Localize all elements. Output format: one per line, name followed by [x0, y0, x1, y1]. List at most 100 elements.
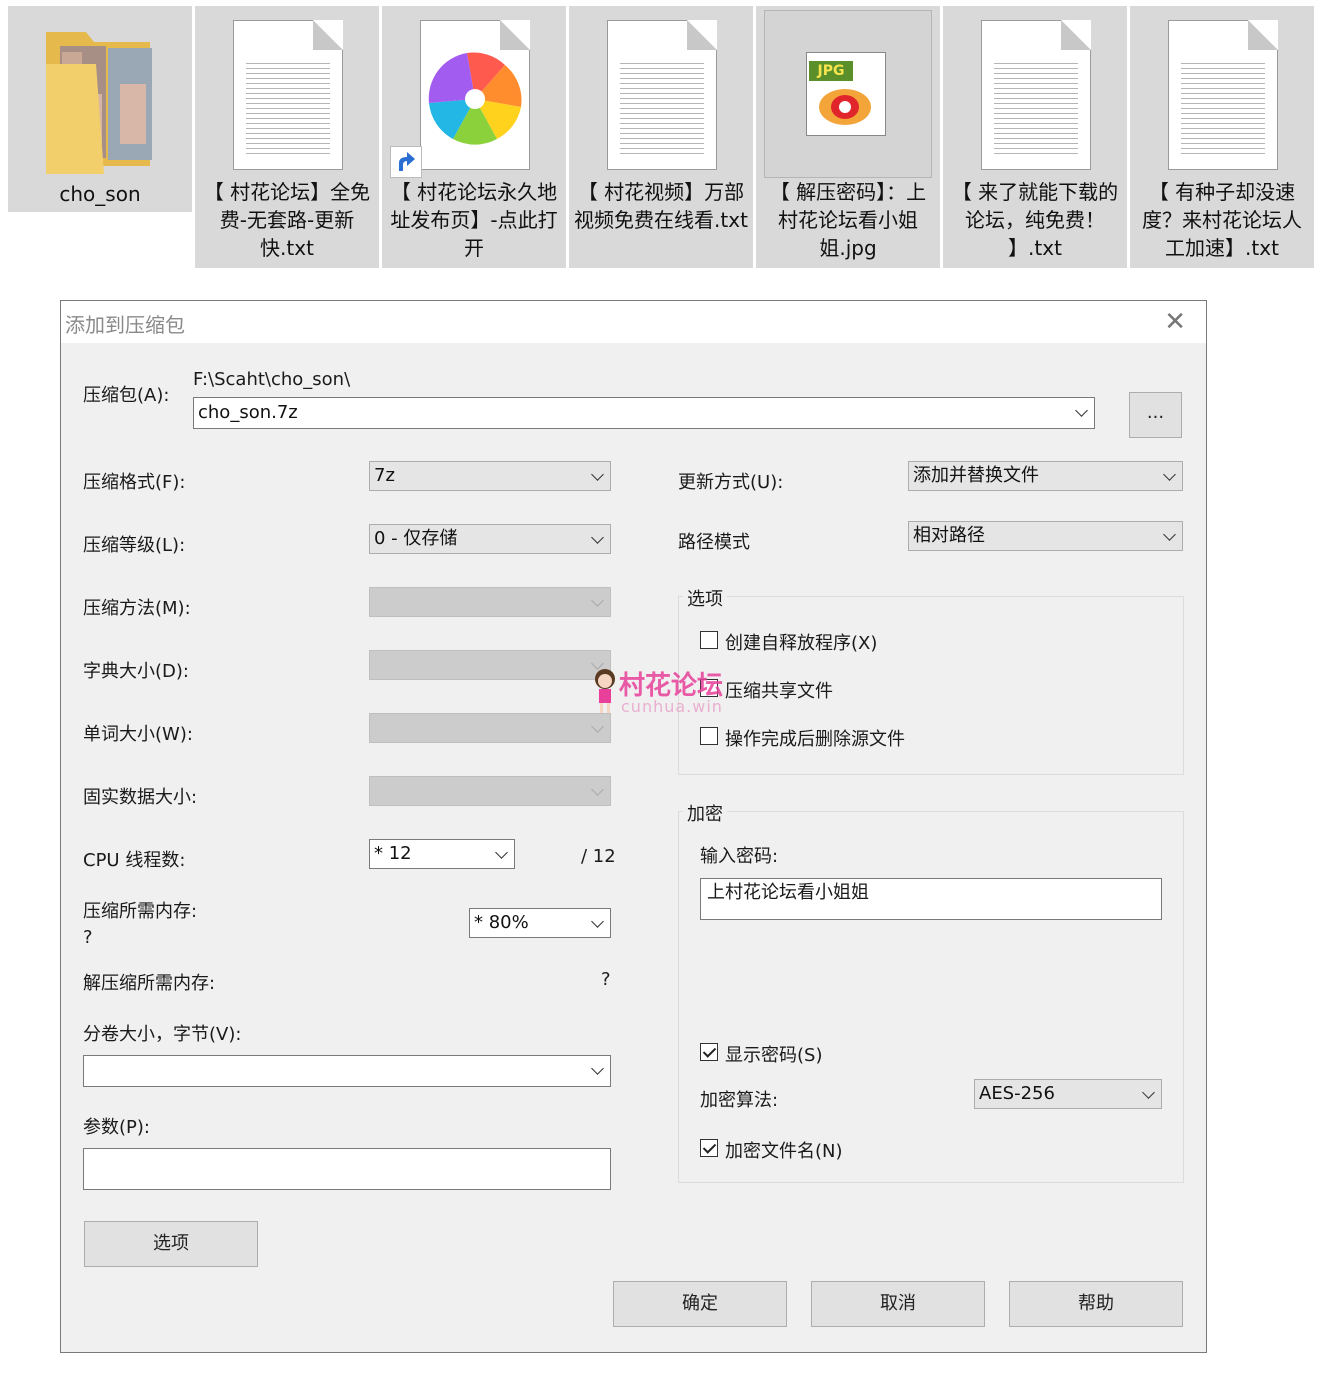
- archive-name-combo[interactable]: cho_son.7z: [193, 397, 1095, 429]
- archive-name-value: cho_son.7z: [198, 402, 298, 423]
- browse-button[interactable]: ...: [1129, 392, 1182, 438]
- add-to-archive-dialog: 添加到压缩包 ✕ 压缩包(A): F:\Scaht\cho_son\ cho_s…: [60, 300, 1207, 1353]
- chevron-down-icon: [1163, 528, 1176, 541]
- mem-label: 压缩所需内存:: [83, 901, 198, 922]
- method-select: [369, 587, 611, 617]
- word-select: [369, 713, 611, 743]
- options-button[interactable]: 选项: [84, 1221, 258, 1267]
- solid-label: 固实数据大小:: [83, 787, 198, 808]
- algo-value: AES-256: [979, 1083, 1055, 1104]
- format-label: 压缩格式(F):: [83, 472, 186, 493]
- path-select[interactable]: 相对路径: [908, 521, 1183, 551]
- volume-label: 分卷大小，字节(V):: [83, 1024, 242, 1045]
- format-value: 7z: [374, 465, 395, 486]
- text-file-icon: [981, 20, 1091, 170]
- path-label: 路径模式: [678, 532, 750, 553]
- file-item-shortcut[interactable]: 【 村花论坛永久地址发布页】-点此打开: [382, 6, 566, 268]
- dialog-title: 添加到压缩包: [65, 313, 185, 337]
- delete-label: 操作完成后删除源文件: [725, 729, 905, 750]
- watermark-sub: cunhua.win: [621, 697, 723, 716]
- cpu-value: * 12: [374, 843, 412, 864]
- chevron-down-icon: [591, 915, 604, 928]
- chevron-down-icon: [1075, 404, 1088, 417]
- file-name: 【 有种子却没速度？来村花论坛人工加速】.txt: [1142, 180, 1302, 260]
- file-item-folder[interactable]: cho_son: [8, 6, 192, 212]
- ok-button[interactable]: 确定: [613, 1281, 787, 1327]
- delete-checkbox[interactable]: [700, 727, 718, 745]
- path-value: 相对路径: [913, 525, 985, 546]
- file-name: 【 村花论坛】全免费-无套路-更新快.txt: [203, 180, 371, 260]
- file-item-txt[interactable]: 【 来了就能下载的论坛，纯免费！ 】.txt: [943, 6, 1127, 268]
- browser-shortcut-icon: [420, 20, 530, 170]
- help-button[interactable]: 帮助: [1009, 1281, 1183, 1327]
- file-item-txt[interactable]: 【 有种子却没速度？来村花论坛人工加速】.txt: [1130, 6, 1314, 268]
- level-label: 压缩等级(L):: [83, 535, 186, 556]
- cancel-button[interactable]: 取消: [811, 1281, 985, 1327]
- archive-label: 压缩包(A):: [83, 385, 170, 406]
- mem-select[interactable]: * 80%: [469, 908, 611, 938]
- chevron-down-icon: [591, 783, 604, 796]
- encrypt-names-label: 加密文件名(N): [725, 1141, 843, 1162]
- decomp-value: ?: [601, 969, 611, 990]
- pinwheel-logo: [428, 52, 522, 145]
- file-item-txt[interactable]: 【 村花论坛】全免费-无套路-更新快.txt: [195, 6, 379, 268]
- file-name: 【 村花论坛永久地址发布页】-点此打开: [390, 180, 558, 260]
- chevron-down-icon: [495, 846, 508, 859]
- update-value: 添加并替换文件: [913, 465, 1039, 486]
- chevron-down-icon: [591, 720, 604, 733]
- file-item-txt[interactable]: 【 村花视频】万部视频免费在线看.txt: [569, 6, 753, 268]
- file-name: 【 解压密码】：上村花论坛看小姐姐.jpg: [769, 180, 927, 260]
- show-password-checkbox[interactable]: [700, 1043, 718, 1061]
- encrypt-names-checkbox[interactable]: [700, 1139, 718, 1157]
- solid-select: [369, 776, 611, 806]
- params-label: 参数(P):: [83, 1117, 150, 1138]
- girl-mascot-icon: [595, 669, 615, 713]
- cpu-total: / 12: [581, 846, 616, 867]
- show-password-label: 显示密码(S): [725, 1045, 823, 1066]
- format-select[interactable]: 7z: [369, 461, 611, 491]
- chevron-down-icon: [591, 468, 604, 481]
- file-item-jpg[interactable]: JPG 【 解压密码】：上村花论坛看小姐姐.jpg: [756, 6, 940, 268]
- chevron-down-icon: [1142, 1086, 1155, 1099]
- archive-path: F:\Scaht\cho_son\: [193, 369, 351, 390]
- title-bar: 添加到压缩包 ✕: [61, 301, 1206, 343]
- algo-label: 加密算法:: [700, 1090, 779, 1111]
- text-file-icon: [607, 20, 717, 170]
- update-select[interactable]: 添加并替换文件: [908, 461, 1183, 491]
- cpu-label: CPU 线程数:: [83, 850, 186, 871]
- mem-value: * 80%: [474, 912, 529, 933]
- word-label: 单词大小(W):: [83, 724, 193, 745]
- password-label: 输入密码:: [700, 846, 779, 867]
- level-value: 0 - 仅存储: [374, 528, 458, 549]
- decomp-label: 解压缩所需内存:: [83, 973, 216, 994]
- shortcut-arrow-icon: [390, 146, 422, 178]
- close-icon[interactable]: ✕: [1164, 307, 1186, 337]
- mem-unknown: ?: [83, 927, 93, 948]
- level-select[interactable]: 0 - 仅存储: [369, 524, 611, 554]
- chevron-down-icon: [591, 1062, 604, 1075]
- volume-select[interactable]: [83, 1055, 611, 1087]
- text-file-icon: [1168, 20, 1278, 170]
- algo-select[interactable]: AES-256: [974, 1079, 1162, 1109]
- chevron-down-icon: [591, 594, 604, 607]
- sfx-checkbox[interactable]: [700, 631, 718, 649]
- dict-select: [369, 650, 611, 680]
- chevron-down-icon: [1163, 468, 1176, 481]
- dict-label: 字典大小(D):: [83, 661, 189, 682]
- method-label: 压缩方法(M):: [83, 598, 191, 619]
- password-input[interactable]: 上村花论坛看小姐姐: [700, 878, 1162, 920]
- params-input[interactable]: [83, 1148, 611, 1190]
- file-name: 【 村花视频】万部视频免费在线看.txt: [574, 180, 748, 232]
- text-file-icon: [233, 20, 343, 170]
- options-group-title: 选项: [683, 585, 727, 611]
- update-label: 更新方式(U):: [678, 472, 784, 493]
- encryption-group-title: 加密: [683, 800, 727, 826]
- jpg-badge: JPG: [809, 61, 853, 81]
- cpu-select[interactable]: * 12: [369, 839, 515, 869]
- file-name: 【 来了就能下载的论坛，纯免费！ 】.txt: [951, 180, 1119, 260]
- image-file-icon: JPG: [806, 52, 886, 136]
- folder-icon: [46, 32, 152, 174]
- chevron-down-icon: [591, 531, 604, 544]
- sfx-label: 创建自释放程序(X): [725, 633, 878, 654]
- file-name: cho_son: [59, 182, 141, 206]
